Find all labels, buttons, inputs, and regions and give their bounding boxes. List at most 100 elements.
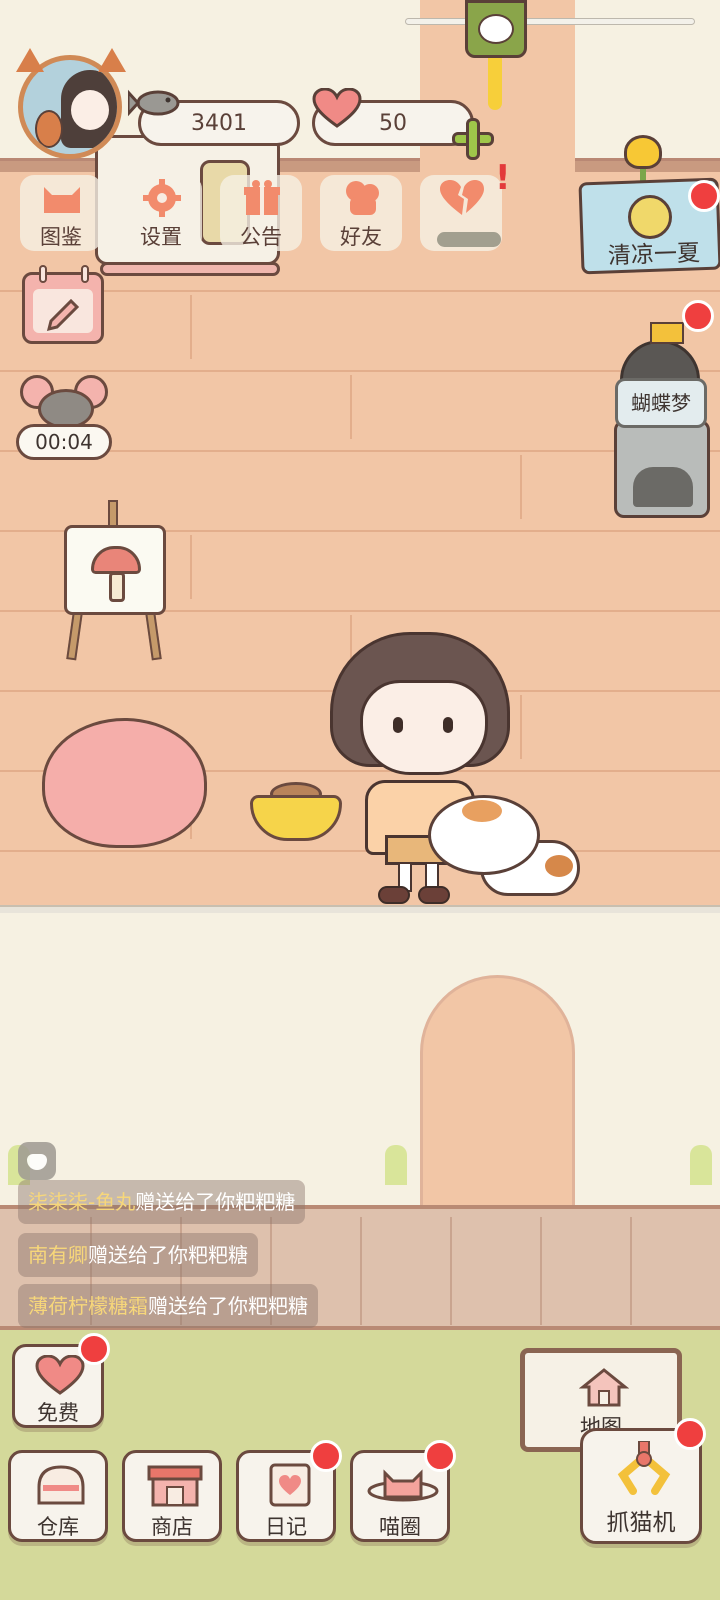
girl-character[interactable]: [360, 680, 488, 775]
mushroom-icon: [91, 546, 141, 574]
eye: [393, 717, 403, 733]
plus-icon-v: [466, 118, 480, 160]
warehouse-button[interactable]: 仓库: [8, 1450, 108, 1542]
free-label: 免费: [37, 1401, 79, 1425]
chat-message: 柒柒柒-鱼丸赠送给了你粑粑糖: [18, 1180, 306, 1224]
menu-collection-button[interactable]: 图鉴: [20, 175, 102, 251]
heart-count: 50: [379, 110, 407, 136]
progress-bar: [437, 232, 501, 247]
lemon-icon: [628, 195, 672, 239]
mushroom-easel[interactable]: [60, 500, 170, 661]
chat-sender: 柒柒柒-鱼丸: [28, 1190, 136, 1214]
cat-head-icon: [44, 187, 80, 213]
notification-dot: [310, 1440, 342, 1472]
fence-slat: [450, 1217, 452, 1325]
chat-text: 赠送给了你粑粑糖: [135, 1190, 296, 1214]
heart-icon: [27, 1154, 47, 1170]
mushroom-stem: [109, 572, 125, 602]
cat-stand[interactable]: [614, 420, 710, 518]
cat-stand-door: [633, 467, 693, 507]
fence-slat: [630, 1217, 632, 1325]
chat-message: 薄荷柠檬糖霜赠送给了你粑粑糖: [18, 1284, 318, 1328]
alert-icon: !: [495, 158, 511, 198]
avatar-ear-right: [98, 48, 126, 72]
claw-icon: [617, 1441, 671, 1495]
fish-count: 3401: [191, 110, 247, 136]
fence-slat: [540, 1217, 542, 1325]
menu-settings-button[interactable]: 设置: [120, 175, 202, 251]
brick-line: [0, 850, 720, 852]
chat-sender: 南有卿: [28, 1243, 88, 1267]
fish-icon: [128, 89, 180, 117]
menu-friends-label: 好友: [340, 225, 382, 249]
menu-announcement-button[interactable]: 公告: [220, 175, 302, 251]
notification-dot: [674, 1418, 706, 1450]
claw-machine-label: 抓猫机: [606, 1510, 676, 1536]
red-panda-icon: [35, 110, 63, 148]
brick-joint: [190, 295, 192, 359]
calendar-button[interactable]: [22, 265, 104, 344]
warehouse-label: 仓库: [37, 1515, 79, 1539]
shoe: [418, 886, 450, 904]
brick-joint: [190, 535, 192, 599]
notification-dot: [424, 1440, 456, 1472]
countdown-timer: 00:04: [16, 424, 112, 460]
scroll-indicator[interactable]: [405, 18, 695, 25]
chat-like-button[interactable]: [18, 1142, 56, 1180]
brick-line: [0, 290, 720, 292]
chat-text: 赠送给了你粑粑糖: [88, 1243, 248, 1267]
chat-sender: 薄荷柠檬糖霜: [28, 1294, 148, 1318]
house-icon: [579, 1368, 629, 1407]
notification-dot: [688, 180, 720, 212]
butterfly-dream-button[interactable]: 蝴蝶梦: [615, 378, 707, 428]
crown-icon: [650, 322, 684, 344]
calendar-ring: [81, 265, 89, 283]
floor-divider: [0, 905, 720, 913]
cat-planet-icon: [367, 1469, 439, 1502]
chat-text: 赠送给了你粑粑糖: [148, 1294, 308, 1318]
notification-dot: [682, 300, 714, 332]
menu-friends-button[interactable]: 好友: [320, 175, 402, 251]
painting-canvas: [64, 525, 166, 615]
grass-tuft: [690, 1145, 712, 1185]
cat-head-spot: [462, 800, 502, 822]
menu-announcement-label: 公告: [240, 225, 282, 249]
eye: [443, 717, 453, 733]
shop-icon: [147, 1465, 203, 1507]
pink-beanbag[interactable]: [42, 718, 207, 848]
pencil-icon: [46, 298, 80, 332]
mouse-icon: [38, 389, 94, 429]
friends-icon: [346, 181, 379, 215]
fence-slat: [360, 1217, 362, 1325]
cat-circle-label: 喵圈: [379, 1515, 421, 1539]
shelf-base: [100, 262, 280, 276]
diary-icon: [269, 1463, 311, 1507]
shoe: [378, 886, 410, 904]
add-hearts-button[interactable]: [452, 118, 494, 160]
chat-message: 南有卿赠送给了你粑粑糖: [18, 1233, 258, 1277]
tulip-icon: [624, 135, 662, 169]
tassel-decoration: [488, 58, 502, 110]
bird-icon: [478, 14, 514, 44]
mouse-timer-button[interactable]: [20, 375, 110, 430]
shop-label: 商店: [151, 1515, 193, 1539]
warehouse-icon: [37, 1465, 85, 1505]
gift-icon: [244, 180, 280, 215]
avatar-ear-left: [16, 48, 44, 72]
calendar-page: [33, 289, 93, 333]
menu-collection-label: 图鉴: [40, 225, 82, 249]
calendar-ring: [39, 265, 47, 283]
avatar-face: [71, 90, 109, 130]
cat-spot: [545, 855, 573, 877]
notification-dot: [78, 1333, 110, 1365]
gear-icon: [143, 179, 181, 217]
brick-line: [0, 370, 720, 372]
grass-tuft: [385, 1145, 407, 1185]
heart-icon: [312, 88, 362, 128]
brick-joint: [520, 455, 522, 519]
menu-settings-label: 设置: [140, 225, 182, 249]
brick-joint: [350, 375, 352, 439]
brick-joint: [520, 695, 522, 759]
broken-heart-icon: [440, 180, 484, 215]
shop-button[interactable]: 商店: [122, 1450, 222, 1542]
